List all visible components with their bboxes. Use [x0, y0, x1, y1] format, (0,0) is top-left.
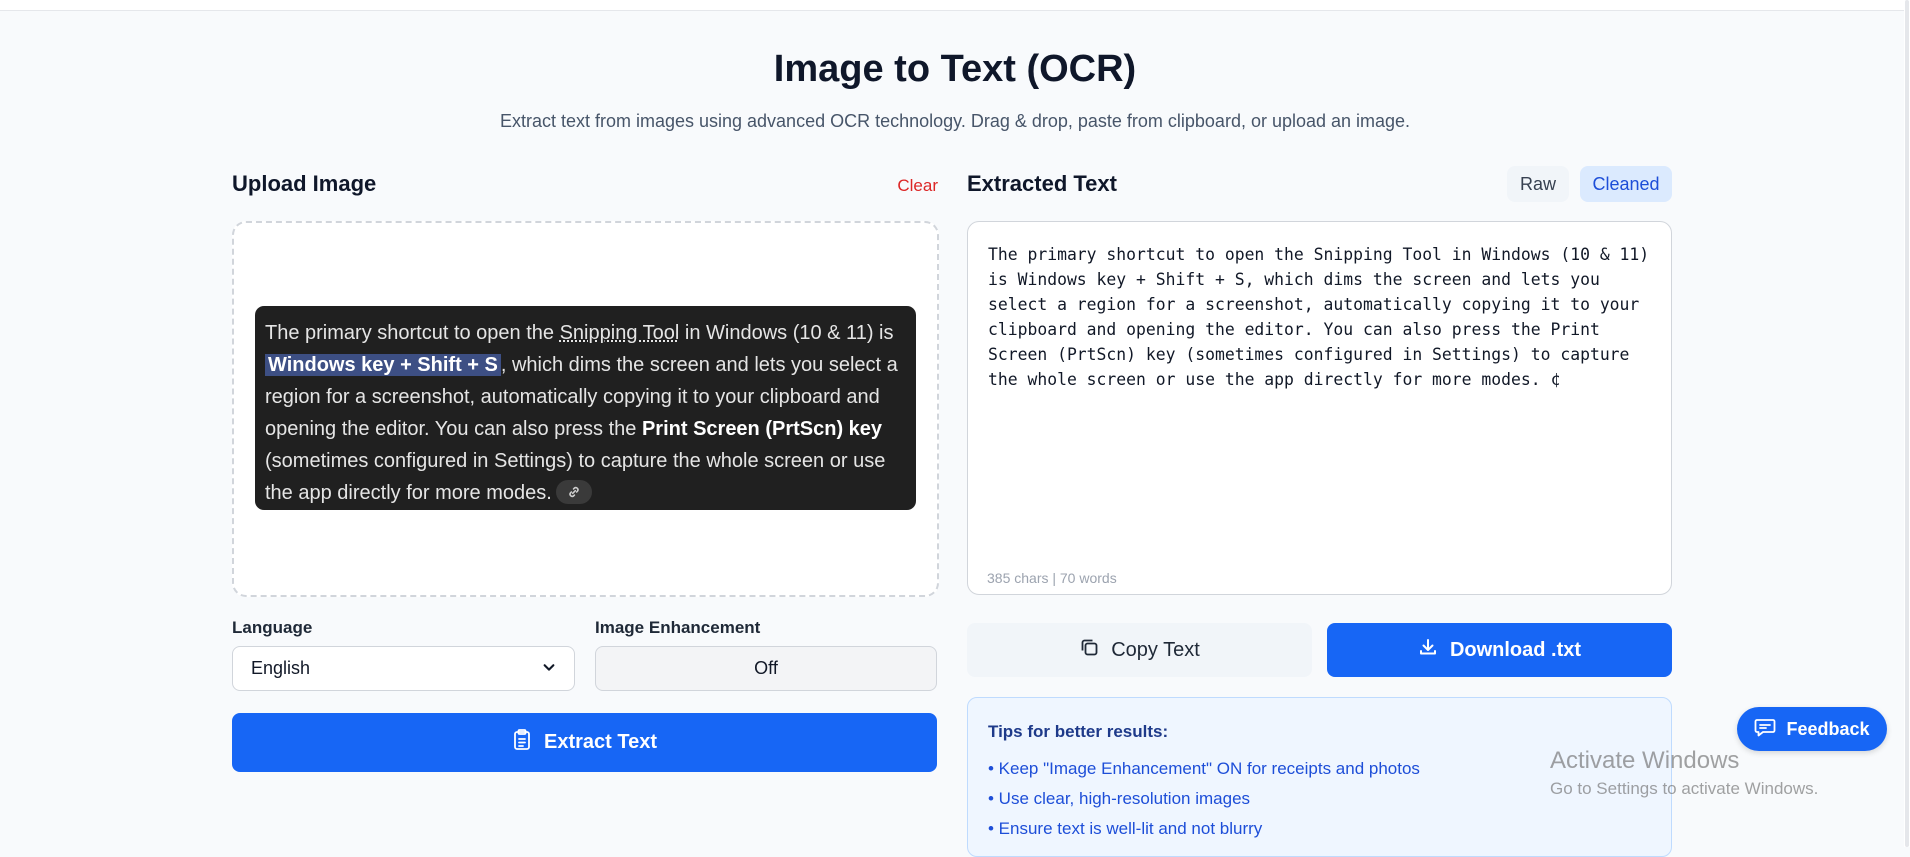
preview-bold-text: Print Screen (PrtScn) key: [641, 418, 883, 440]
image-dropzone[interactable]: The primary shortcut to open the Snippin…: [232, 221, 939, 597]
tip-item: • Ensure text is well-lit and not blurry: [988, 819, 1263, 838]
preview-highlight-text: Windows key + Shift + S: [265, 354, 501, 376]
uploaded-image-preview: The primary shortcut to open the Snippin…: [255, 306, 916, 510]
tips-panel: Tips for better results: • Keep "Image E…: [967, 697, 1672, 857]
download-txt-label: Download .txt: [1449, 638, 1582, 661]
char-word-counter: 385 chars | 70 words: [987, 570, 1117, 586]
copy-text-button[interactable]: Copy Text: [967, 623, 1312, 677]
download-icon: [1418, 637, 1438, 663]
chevron-down-icon: [542, 658, 556, 679]
copy-icon: [1079, 637, 1099, 663]
language-select[interactable]: English: [232, 646, 575, 691]
upload-heading: Upload Image: [232, 171, 377, 196]
download-txt-button[interactable]: Download .txt: [1327, 623, 1672, 677]
tips-title: Tips for better results:: [988, 722, 1169, 741]
tip-item: • Keep "Image Enhancement" ON for receip…: [988, 759, 1420, 778]
image-enhancement-toggle[interactable]: Off: [595, 646, 937, 691]
enhancement-value: Off: [754, 658, 778, 678]
language-select-value: English: [251, 658, 311, 678]
extracted-text[interactable]: The primary shortcut to open the Snippin…: [988, 242, 1653, 392]
link-icon: [555, 480, 592, 504]
chat-icon: [1754, 717, 1776, 742]
output-heading: Extracted Text: [967, 171, 1117, 196]
extracted-text-area[interactable]: The primary shortcut to open the Snippin…: [967, 221, 1672, 595]
clear-button[interactable]: Clear: [876, 174, 938, 198]
preview-link-text: Snipping Tool: [559, 322, 680, 344]
preview-text: in Windows (10 & 11) is: [679, 322, 894, 344]
clipboard-icon: [512, 728, 532, 757]
top-bar: [0, 0, 1910, 11]
cleaned-toggle-button[interactable]: Cleaned: [1580, 166, 1672, 202]
enhancement-label: Image Enhancement: [595, 618, 761, 637]
feedback-label: Feedback: [1786, 718, 1870, 739]
tip-item: • Use clear, high-resolution images: [988, 789, 1251, 808]
raw-toggle-button[interactable]: Raw: [1507, 166, 1569, 202]
copy-text-label: Copy Text: [1111, 638, 1200, 661]
feedback-button[interactable]: Feedback: [1737, 707, 1887, 751]
extract-text-label: Extract Text: [543, 731, 657, 753]
preview-text: The primary shortcut to open the: [265, 322, 560, 344]
extract-text-button[interactable]: Extract Text: [232, 713, 937, 772]
page-title: Image to Text (OCR): [773, 48, 1137, 90]
page-subtitle: Extract text from images using advanced …: [499, 111, 1411, 131]
language-label: Language: [232, 618, 313, 637]
